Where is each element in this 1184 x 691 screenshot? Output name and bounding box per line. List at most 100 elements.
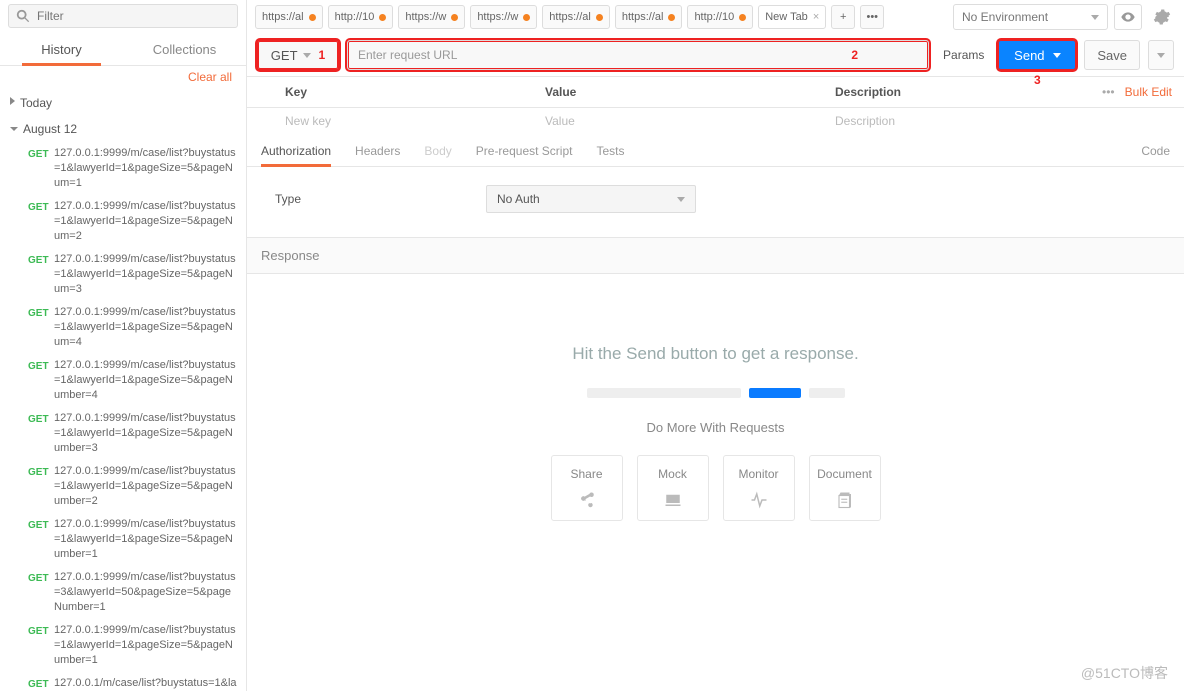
filter-box <box>8 4 238 28</box>
tabs-overflow-button[interactable]: ••• <box>860 5 884 29</box>
sidebar-tab-collections[interactable]: Collections <box>123 34 246 65</box>
progress-illustration <box>587 388 845 398</box>
history-url: 127.0.0.1:9999/m/case/list?buystatus=1&l… <box>54 517 238 562</box>
environment-label: No Environment <box>962 10 1048 24</box>
tab-authorization[interactable]: Authorization <box>261 136 331 166</box>
history-item[interactable]: GET127.0.0.1:9999/m/case/list?buystatus=… <box>0 142 246 195</box>
history-list: TodayAugust 12GET127.0.0.1:9999/m/case/l… <box>0 90 246 691</box>
history-item[interactable]: GET127.0.0.1/m/case/list?buystatus=1&law… <box>0 672 246 691</box>
send-button[interactable]: Send <box>998 40 1076 70</box>
request-tab[interactable]: New Tab× <box>758 5 826 29</box>
save-button[interactable]: Save <box>1084 40 1140 70</box>
request-subtabs: Authorization Headers Body Pre-request S… <box>247 136 1184 167</box>
chevron-down-icon <box>1091 15 1099 20</box>
url-input[interactable]: Enter request URL 2 <box>347 40 929 70</box>
settings-button[interactable] <box>1148 4 1176 30</box>
annotation-3: 3 <box>1034 73 1041 87</box>
request-tabs: https://alhttp://10https://whttps://whtt… <box>255 5 947 29</box>
chevron-down-icon <box>1157 53 1165 58</box>
history-item[interactable]: GET127.0.0.1:9999/m/case/list?buystatus=… <box>0 195 246 248</box>
history-url: 127.0.0.1:9999/m/case/list?buystatus=1&l… <box>54 411 238 456</box>
close-icon[interactable]: × <box>813 11 819 23</box>
environment-select[interactable]: No Environment <box>953 4 1108 30</box>
params-button[interactable]: Params <box>937 48 990 62</box>
response-header: Response <box>247 237 1184 274</box>
response-empty-message: Hit the Send button to get a response. <box>572 344 858 364</box>
history-group[interactable]: August 12 <box>0 116 246 142</box>
unsaved-dot-icon <box>379 14 386 21</box>
sidebar-tab-history[interactable]: History <box>0 34 123 65</box>
request-tab[interactable]: https://al <box>255 5 323 29</box>
save-dropdown[interactable] <box>1148 40 1174 70</box>
request-tab[interactable]: https://w <box>470 5 537 29</box>
url-placeholder: Enter request URL <box>358 48 457 62</box>
caret-icon <box>10 127 18 131</box>
share-icon <box>578 491 596 509</box>
environment-preview-button[interactable] <box>1114 4 1142 30</box>
filter-input[interactable] <box>8 4 238 28</box>
method-select[interactable]: GET 1 <box>257 40 339 70</box>
kv-key-input[interactable]: New key <box>247 108 545 136</box>
request-tab[interactable]: https://al <box>615 5 683 29</box>
kv-more-button[interactable]: ••• <box>1102 85 1115 99</box>
kv-head-value: Value <box>545 77 835 107</box>
clear-all-link[interactable]: Clear all <box>0 66 246 90</box>
code-link[interactable]: Code <box>1141 136 1170 166</box>
history-url: 127.0.0.1:9999/m/case/list?buystatus=1&l… <box>54 199 238 244</box>
bulk-edit-link[interactable]: Bulk Edit <box>1125 85 1172 99</box>
send-label: Send <box>1014 48 1044 63</box>
history-method: GET <box>28 411 54 456</box>
kv-value-input[interactable]: Value <box>545 108 835 136</box>
history-url: 127.0.0.1:9999/m/case/list?buystatus=1&l… <box>54 305 238 350</box>
request-tab[interactable]: https://al <box>542 5 610 29</box>
tab-headers[interactable]: Headers <box>355 136 400 166</box>
history-item[interactable]: GET127.0.0.1:9999/m/case/list?buystatus=… <box>0 566 246 619</box>
history-item[interactable]: GET127.0.0.1:9999/m/case/list?buystatus=… <box>0 248 246 301</box>
history-method: GET <box>28 517 54 562</box>
unsaved-dot-icon <box>596 14 603 21</box>
annotation-2: 2 <box>851 48 858 62</box>
unsaved-dot-icon <box>523 14 530 21</box>
history-item[interactable]: GET127.0.0.1:9999/m/case/list?buystatus=… <box>0 301 246 354</box>
annotation-1: 1 <box>319 48 326 62</box>
history-url: 127.0.0.1:9999/m/case/list?buystatus=1&l… <box>54 623 238 668</box>
card-share[interactable]: Share <box>551 455 623 521</box>
top-bar: https://alhttp://10https://whttps://whtt… <box>247 0 1184 34</box>
history-method: GET <box>28 570 54 615</box>
caret-icon <box>10 97 15 105</box>
auth-type-select[interactable]: No Auth <box>486 185 696 213</box>
history-item[interactable]: GET127.0.0.1:9999/m/case/list?buystatus=… <box>0 460 246 513</box>
kv-desc-input[interactable]: Description <box>835 108 1184 136</box>
tab-tests[interactable]: Tests <box>596 136 624 166</box>
history-item[interactable]: GET127.0.0.1:9999/m/case/list?buystatus=… <box>0 513 246 566</box>
history-group[interactable]: Today <box>0 90 246 116</box>
history-url: 127.0.0.1/m/case/list?buystatus=1&lawyer… <box>54 676 238 691</box>
history-method: GET <box>28 146 54 191</box>
history-item[interactable]: GET127.0.0.1:9999/m/case/list?buystatus=… <box>0 407 246 460</box>
tab-pre-request-script[interactable]: Pre-request Script <box>476 136 573 166</box>
sidebar: History Collections Clear all TodayAugus… <box>0 0 247 691</box>
history-item[interactable]: GET127.0.0.1:9999/m/case/list?buystatus=… <box>0 354 246 407</box>
card-monitor[interactable]: Monitor <box>723 455 795 521</box>
unsaved-dot-icon <box>309 14 316 21</box>
search-icon <box>16 9 30 23</box>
request-bar: GET 1 Enter request URL 2 Params Send 3 … <box>247 34 1184 76</box>
history-method: GET <box>28 623 54 668</box>
auth-type-label: Type <box>275 192 301 206</box>
request-tab[interactable]: http://10 <box>687 5 753 29</box>
history-url: 127.0.0.1:9999/m/case/list?buystatus=1&l… <box>54 252 238 297</box>
response-body: Hit the Send button to get a response. D… <box>247 274 1184 691</box>
history-method: GET <box>28 464 54 509</box>
tab-body[interactable]: Body <box>424 136 451 166</box>
history-method: GET <box>28 676 54 691</box>
history-url: 127.0.0.1:9999/m/case/list?buystatus=1&l… <box>54 358 238 403</box>
new-tab-button[interactable]: + <box>831 5 855 29</box>
kv-placeholder-row[interactable]: New key Value Description <box>247 108 1184 136</box>
request-tab[interactable]: http://10 <box>328 5 394 29</box>
do-more-cards: Share Mock Monitor Document <box>551 455 881 521</box>
card-mock[interactable]: Mock <box>637 455 709 521</box>
auth-type-selected: No Auth <box>497 192 540 206</box>
request-tab[interactable]: https://w <box>398 5 465 29</box>
history-item[interactable]: GET127.0.0.1:9999/m/case/list?buystatus=… <box>0 619 246 672</box>
card-document[interactable]: Document <box>809 455 881 521</box>
